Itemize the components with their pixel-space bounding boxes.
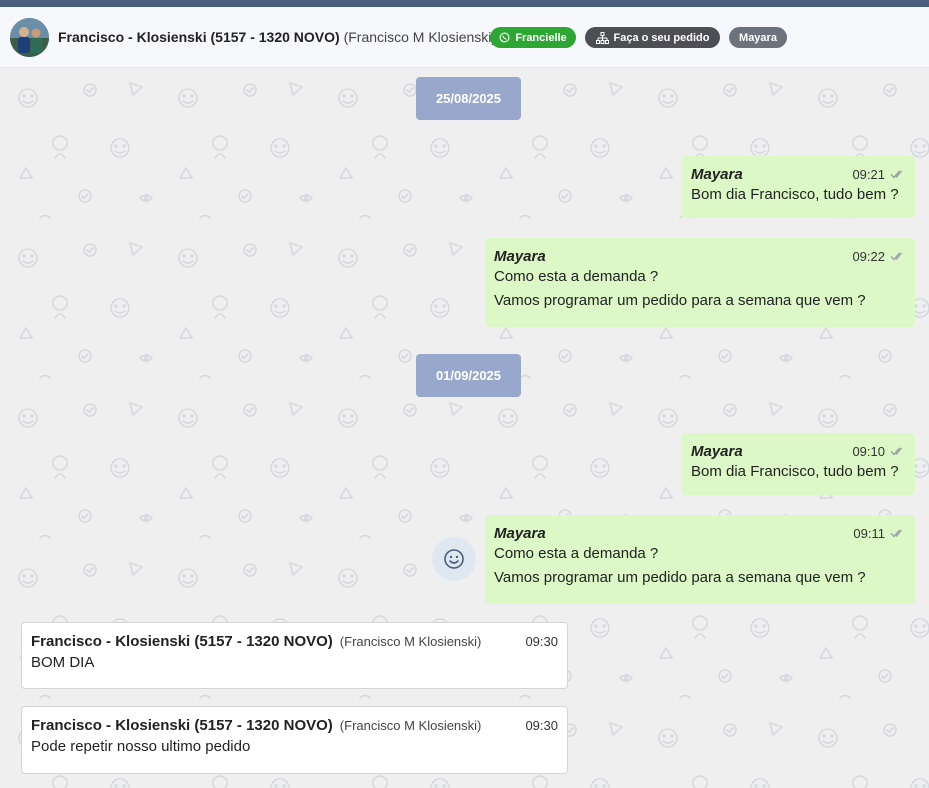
top-accent-bar — [0, 0, 929, 7]
message-time: 09:30 — [525, 717, 558, 733]
outgoing-message[interactable]: Mayara 09:10 Bom dia Francisco, tudo bem… — [682, 433, 915, 495]
double-check-icon — [890, 447, 903, 456]
contact-name-text: Francisco - Klosienski (5157 - 1320 NOVO… — [58, 29, 340, 45]
double-check-icon — [890, 252, 903, 261]
message-text: Como esta a demanda ? — [494, 545, 659, 562]
message-sender: Mayara — [494, 247, 546, 265]
outgoing-message[interactable]: Mayara 09:22 Como esta a demanda ? Vamos… — [485, 238, 915, 327]
sitemap-icon — [595, 31, 609, 44]
agent-tag-label: Mayara — [739, 31, 777, 44]
message-sender: Francisco - Klosienski (5157 - 1320 NOVO… — [31, 716, 333, 734]
whatsapp-icon — [499, 32, 510, 43]
message-text: Vamos programar um pedido para a semana … — [494, 292, 866, 309]
date-separator: 01/09/2025 — [416, 354, 521, 397]
chat-header: Francisco - Klosienski (5157 - 1320 NOVO… — [0, 7, 929, 68]
message-text: Pode repetir nosso ultimo pedido — [31, 738, 251, 755]
double-check-icon — [890, 529, 903, 538]
message-time: 09:21 — [852, 166, 885, 182]
message-sender-subtitle: (Francisco M Klosienski) — [339, 717, 482, 733]
message-time: 09:11 — [853, 525, 885, 541]
chat-area[interactable]: 25/08/2025 Mayara 09:21 Bom dia Francisc… — [0, 68, 929, 788]
message-sender: Mayara — [691, 165, 743, 183]
message-text: BOM DIA — [31, 654, 95, 671]
message-sender: Francisco - Klosienski (5157 - 1320 NOVO… — [31, 632, 333, 650]
emoji-reaction-button[interactable] — [432, 537, 476, 581]
message-text: Como esta a demanda ? — [494, 268, 659, 285]
incoming-message[interactable]: Francisco - Klosienski (5157 - 1320 NOVO… — [21, 622, 568, 689]
message-text: Bom dia Francisco, tudo bem ? — [691, 463, 899, 480]
message-sender: Mayara — [691, 442, 743, 460]
outgoing-message[interactable]: Mayara 09:11 Como esta a demanda ? Vamos… — [485, 515, 915, 604]
message-sender-subtitle: (Francisco M Klosienski) — [339, 633, 482, 649]
avatar[interactable] — [10, 18, 49, 57]
message-text: Bom dia Francisco, tudo bem ? — [691, 186, 899, 203]
agent-tag[interactable]: Mayara — [729, 27, 787, 48]
smiley-icon — [444, 549, 464, 569]
outgoing-message[interactable]: Mayara 09:21 Bom dia Francisco, tudo bem… — [682, 156, 915, 218]
double-check-icon — [890, 170, 903, 179]
contact-name: Francisco - Klosienski (5157 - 1320 NOVO… — [58, 29, 496, 45]
message-text: Vamos programar um pedido para a semana … — [494, 569, 866, 586]
whatsapp-tag[interactable]: Francielle — [490, 27, 576, 48]
incoming-message[interactable]: Francisco - Klosienski (5157 - 1320 NOVO… — [21, 706, 568, 774]
order-tag[interactable]: Faça o seu pedido — [585, 27, 720, 48]
contact-subtitle: (Francisco M Klosienski) — [343, 29, 497, 45]
order-tag-label: Faça o seu pedido — [613, 31, 710, 44]
whatsapp-tag-label: Francielle — [515, 31, 567, 44]
message-time: 09:30 — [525, 633, 558, 649]
date-separator: 25/08/2025 — [416, 77, 521, 120]
message-sender: Mayara — [494, 524, 546, 542]
message-time: 09:10 — [852, 443, 885, 459]
message-time: 09:22 — [852, 248, 885, 264]
